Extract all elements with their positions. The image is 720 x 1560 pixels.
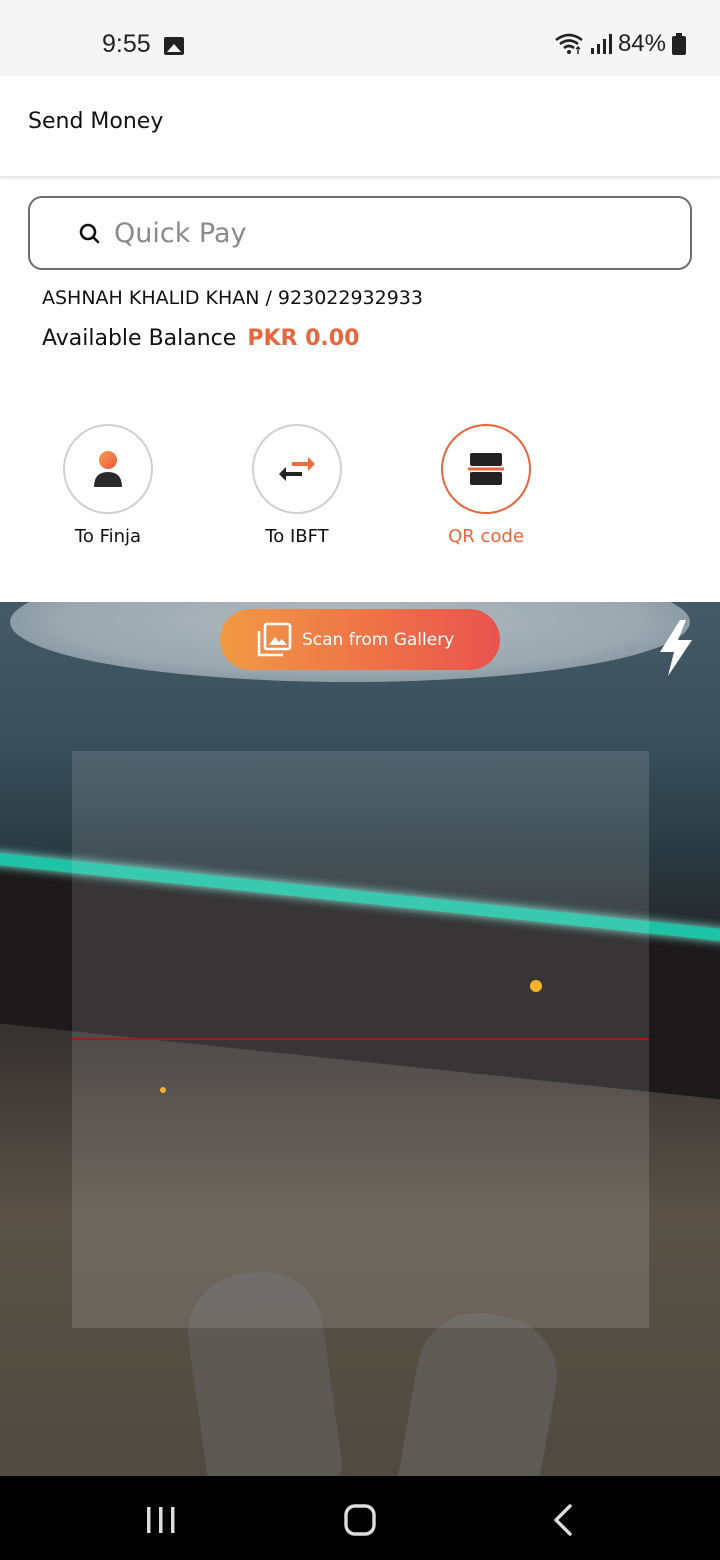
app-header: Send Money — [0, 76, 720, 176]
qr-code-circle[interactable] — [441, 424, 531, 514]
page-title: Send Money — [28, 109, 164, 134]
recents-icon[interactable] — [146, 1506, 176, 1538]
scan-from-gallery-label: Scan from Gallery — [302, 629, 455, 650]
camera-preview: Scan from Gallery — [0, 602, 720, 1476]
qr-code-label: QR code — [448, 526, 524, 547]
to-ibft-button[interactable]: To IBFT — [207, 424, 387, 547]
quick-pay-search[interactable] — [28, 196, 692, 270]
battery-icon — [672, 33, 686, 55]
available-balance: Available Balance PKR 0.00 — [42, 326, 359, 351]
search-input[interactable] — [114, 212, 674, 254]
balance-amount: PKR 0.00 — [247, 326, 360, 351]
to-ibft-circle[interactable] — [252, 424, 342, 514]
scan-point — [160, 1087, 166, 1093]
to-finja-circle[interactable] — [63, 424, 153, 514]
signal-icon — [590, 33, 612, 55]
balance-label: Available Balance — [42, 326, 237, 351]
home-icon[interactable] — [344, 1504, 376, 1540]
person-icon — [94, 451, 122, 487]
qr-code-button[interactable]: QR code — [396, 424, 576, 547]
battery-percent: 84% — [617, 30, 666, 57]
status-icons: 84% — [554, 30, 686, 58]
back-icon[interactable] — [552, 1504, 574, 1540]
to-ibft-label: To IBFT — [265, 526, 329, 547]
status-bar: 9:55 84% — [0, 0, 720, 76]
status-time: 9:55 — [102, 30, 151, 58]
camera-background-shoe — [393, 1303, 567, 1476]
scan-from-gallery-button[interactable]: Scan from Gallery — [220, 609, 500, 670]
wifi-icon — [554, 33, 584, 55]
gallery-notification-icon — [164, 37, 184, 55]
account-name-number: ASHNAH KHALID KHAN / 923022932933 — [42, 287, 423, 309]
scan-line — [72, 1038, 649, 1040]
to-finja-button[interactable]: To Finja — [18, 424, 198, 547]
qr-scan-icon — [468, 453, 504, 485]
gallery-icon — [256, 622, 292, 658]
flash-icon[interactable] — [656, 620, 696, 680]
search-icon — [78, 222, 102, 250]
system-nav-bar — [0, 1476, 720, 1560]
scan-point — [530, 980, 542, 992]
transfer-arrows-icon — [279, 457, 315, 481]
to-finja-label: To Finja — [74, 526, 142, 547]
